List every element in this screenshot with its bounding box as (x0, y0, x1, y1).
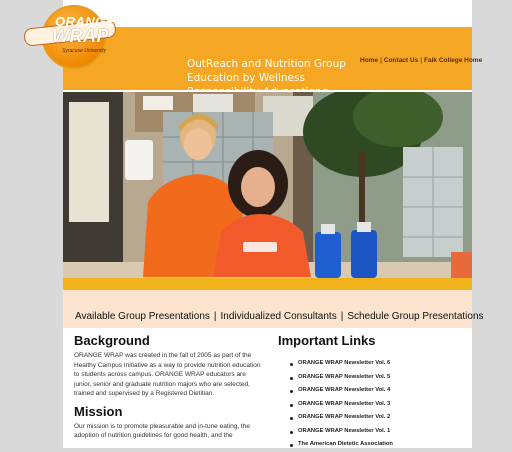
nav-contact-link[interactable]: Contact Us (384, 57, 418, 64)
important-links-list: ORANGE WRAP Newsletter Vol. 6 ORANGE WRA… (278, 357, 468, 452)
link-newsletter-vol-4[interactable]: ORANGE WRAP Newsletter Vol. 4 (278, 384, 468, 398)
main-navigation: Available Group Presentations | Individual… (63, 290, 484, 328)
nav-home-link[interactable]: Home (360, 57, 378, 64)
logo-tagline: Syracuse University (62, 48, 107, 54)
logo-word-wrap: WRAP (52, 26, 109, 46)
nav-separator: | (340, 311, 344, 322)
nav-available-presentations[interactable]: Available Group Presentations (75, 311, 210, 322)
link-newsletter-vol-5[interactable]: ORANGE WRAP Newsletter Vol. 5 (278, 371, 468, 385)
hero-photo-illustration (63, 92, 472, 278)
nav-separator: | (420, 57, 423, 64)
site-header: OutReach and Nutrition Group Education b… (63, 27, 482, 112)
important-links-heading: Important Links (278, 333, 376, 348)
mission-text: Our mission is to promote pleasurable an… (74, 422, 250, 440)
left-column: Background ORANGE WRAP was created in th… (74, 333, 264, 441)
link-newsletter-vol-1[interactable]: ORANGE WRAP Newsletter Vol. 1 (278, 425, 468, 439)
orange-wrap-logo[interactable]: ORANGE WRAP Syracuse University (18, 2, 117, 69)
nav-separator: | (380, 57, 382, 64)
nav-schedule-presentations[interactable]: Schedule Group Presentations (347, 311, 483, 322)
mission-heading: Mission (74, 403, 123, 419)
background-heading: Background (74, 333, 150, 348)
link-american-dietetic-association[interactable]: The American Dietetic Association (278, 438, 468, 452)
link-newsletter-vol-2[interactable]: ORANGE WRAP Newsletter Vol. 2 (278, 411, 468, 425)
nav-falk-college-link[interactable]: Falk College Home (424, 57, 482, 64)
gold-divider-bar (63, 278, 472, 290)
right-column: Important Links ORANGE WRAP Newsletter V… (278, 333, 468, 452)
link-newsletter-vol-6[interactable]: ORANGE WRAP Newsletter Vol. 6 (278, 357, 468, 371)
nav-individual-consultants[interactable]: Individualized Consultants (221, 311, 337, 322)
background-text: ORANGE WRAP was created in the fall of 2… (74, 352, 261, 397)
top-navigation: Home | Contact Us | Falk College Home (360, 57, 482, 64)
hero-photo (63, 92, 472, 278)
nav-separator: | (213, 311, 217, 322)
link-newsletter-vol-3[interactable]: ORANGE WRAP Newsletter Vol. 3 (278, 398, 468, 412)
